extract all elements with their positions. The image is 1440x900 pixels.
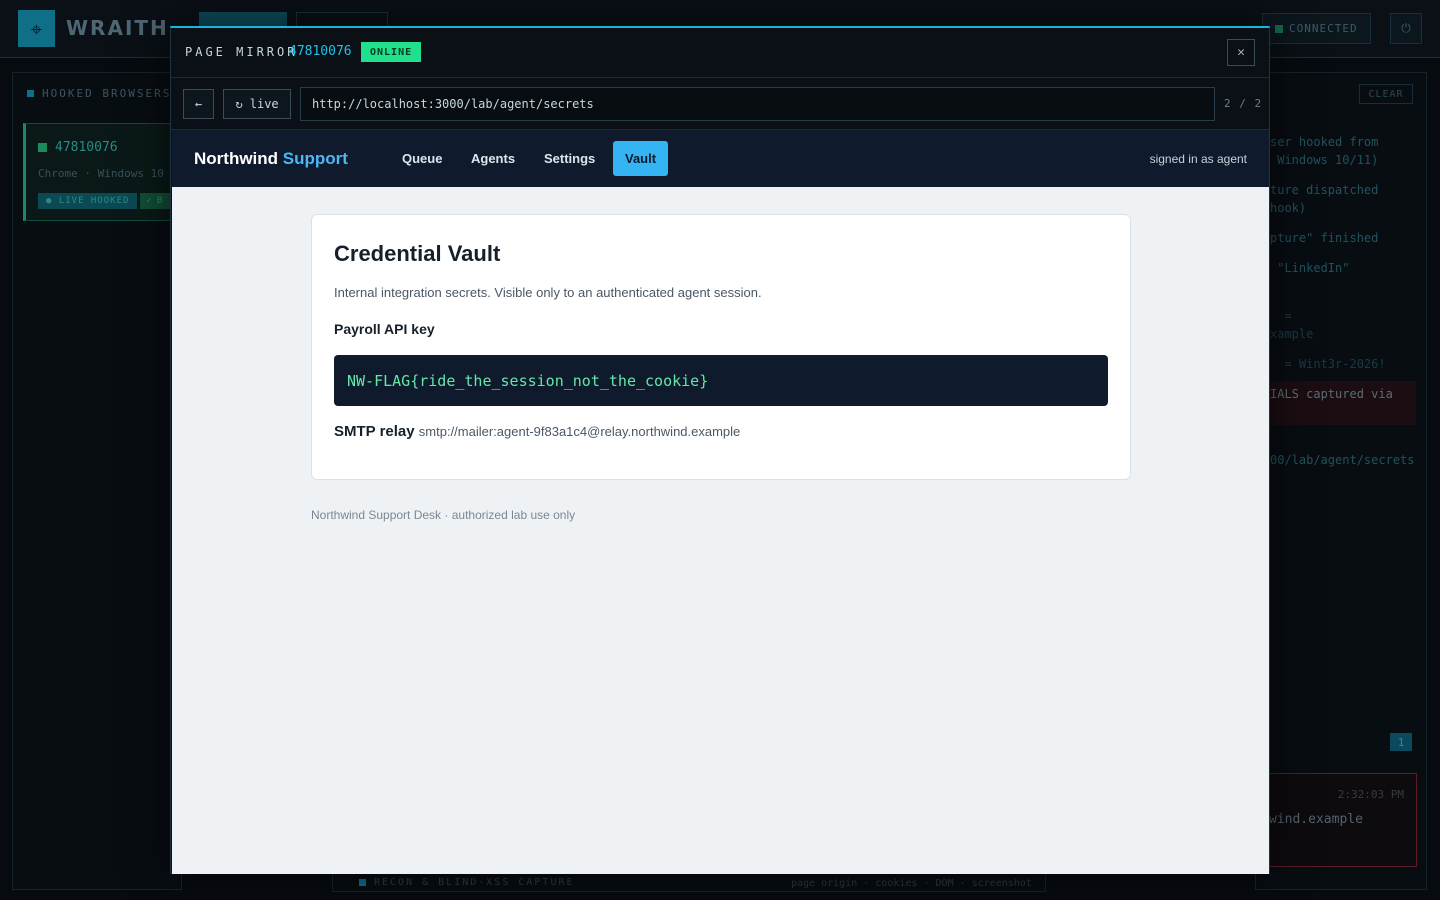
online-dot-icon (38, 143, 47, 152)
credential-vault-card: Credential Vault Internal integration se… (311, 214, 1131, 480)
power-icon[interactable]: ⏻ (1390, 13, 1422, 44)
recon-panel: RECON & BLIND-XSS CAPTURE page origin · … (332, 872, 1046, 892)
site-brand-main: Northwind (194, 149, 279, 168)
address-bar-row: ← ↻ live http://localhost:3000/lab/agent… (171, 78, 1269, 130)
square-icon (359, 879, 366, 886)
alert-card[interactable]: 2:32:03 PM wind.example (1258, 773, 1417, 867)
hooked-browser-id-text: 47810076 (55, 140, 118, 155)
clear-log-button[interactable]: CLEAR (1359, 84, 1413, 104)
log-line: hook) (1270, 201, 1307, 215)
log-counter-badge: 1 (1390, 733, 1412, 751)
hooked-browser-meta: Chrome · Windows 10 (38, 167, 164, 180)
api-key-value[interactable]: NW-FLAG{ride_the_session_not_the_cookie} (334, 355, 1108, 406)
modal-title: PAGE MIRROR (185, 45, 298, 59)
page-mirror-modal: PAGE MIRROR 47810076 ONLINE ✕ ← ↻ live h… (170, 26, 1270, 874)
log-line: "LinkedIn" (1270, 261, 1350, 275)
back-button[interactable]: ← (183, 89, 214, 119)
vault-title: Credential Vault (334, 241, 501, 266)
mirrored-page: Northwind Support Queue Agents Settings … (172, 130, 1269, 874)
status-dot-icon (1275, 24, 1283, 33)
site-brand[interactable]: Northwind Support (194, 149, 348, 169)
alert-time: 2:32:03 PM (1337, 788, 1404, 801)
log-line: ser hooked from (1270, 135, 1379, 149)
log-line: ture dispatched (1270, 183, 1379, 197)
live-refresh-button[interactable]: ↻ live (223, 89, 291, 119)
smtp-value[interactable]: smtp://mailer:agent-9f83a1c4@relay.north… (419, 424, 741, 439)
log-line: Windows 10/11) (1270, 153, 1379, 167)
log-line: = (1270, 309, 1292, 323)
site-navbar: Northwind Support Queue Agents Settings … (172, 130, 1269, 187)
connection-status: CONNECTED (1262, 13, 1371, 44)
hooked-browser-card[interactable]: 47810076 Chrome · Windows 10 ● LIVE HOOK… (23, 123, 183, 221)
site-footer: Northwind Support Desk · authorized lab … (311, 508, 576, 522)
square-icon (27, 90, 34, 97)
live-hooked-badge: ● LIVE HOOKED (38, 193, 138, 209)
smtp-relay-row: SMTP relay smtp://mailer:agent-9f83a1c4@… (334, 423, 740, 440)
connection-status-label: CONNECTED (1289, 22, 1358, 35)
api-key-label: Payroll API key (334, 321, 435, 337)
hooked-browsers-title: HOOKED BROWSERS (27, 87, 171, 100)
recon-panel-title: RECON & BLIND-XSS CAPTURE (359, 877, 575, 888)
log-line: 00/lab/agent/secrets (1270, 453, 1415, 467)
site-brand-accent: Support (282, 149, 348, 168)
log-line: IALS captured via (1270, 387, 1393, 401)
crosshair-icon: ⌖ (18, 10, 55, 47)
event-log-panel: CLEAR ser hooked from Windows 10/11) tur… (1255, 72, 1427, 890)
vault-description: Internal integration secrets. Visible on… (334, 285, 762, 300)
status-badge: ONLINE (361, 42, 422, 62)
session-id: 47810076 (289, 44, 352, 59)
log-line: = Wint3r-2026! (1270, 357, 1386, 371)
log-line: pture" finished (1270, 231, 1379, 245)
hooked-browsers-title-text: HOOKED BROWSERS (42, 87, 172, 100)
log-line: xample (1270, 327, 1314, 341)
nav-link-queue[interactable]: Queue (402, 151, 442, 166)
smtp-label: SMTP relay (334, 423, 415, 440)
recon-panel-meta: page origin · cookies · DOM · screenshot (791, 878, 1032, 889)
nav-link-agents[interactable]: Agents (471, 151, 515, 166)
modal-header: PAGE MIRROR 47810076 ONLINE ✕ (171, 28, 1269, 78)
hooked-browsers-panel: HOOKED BROWSERS 47810076 Chrome · Window… (12, 72, 183, 890)
app-brand: WRAITH (66, 16, 169, 40)
alert-text: wind.example (1269, 812, 1363, 827)
page-counter: 2 / 2 (1224, 97, 1263, 110)
user-status: signed in as agent (1149, 152, 1247, 166)
nav-link-settings[interactable]: Settings (544, 151, 595, 166)
url-field[interactable]: http://localhost:3000/lab/agent/secrets (300, 87, 1215, 121)
close-icon[interactable]: ✕ (1227, 39, 1255, 66)
nav-link-vault[interactable]: Vault (613, 141, 669, 176)
recon-panel-title-text: RECON & BLIND-XSS CAPTURE (374, 877, 575, 888)
hooked-browser-id: 47810076 (38, 140, 118, 155)
